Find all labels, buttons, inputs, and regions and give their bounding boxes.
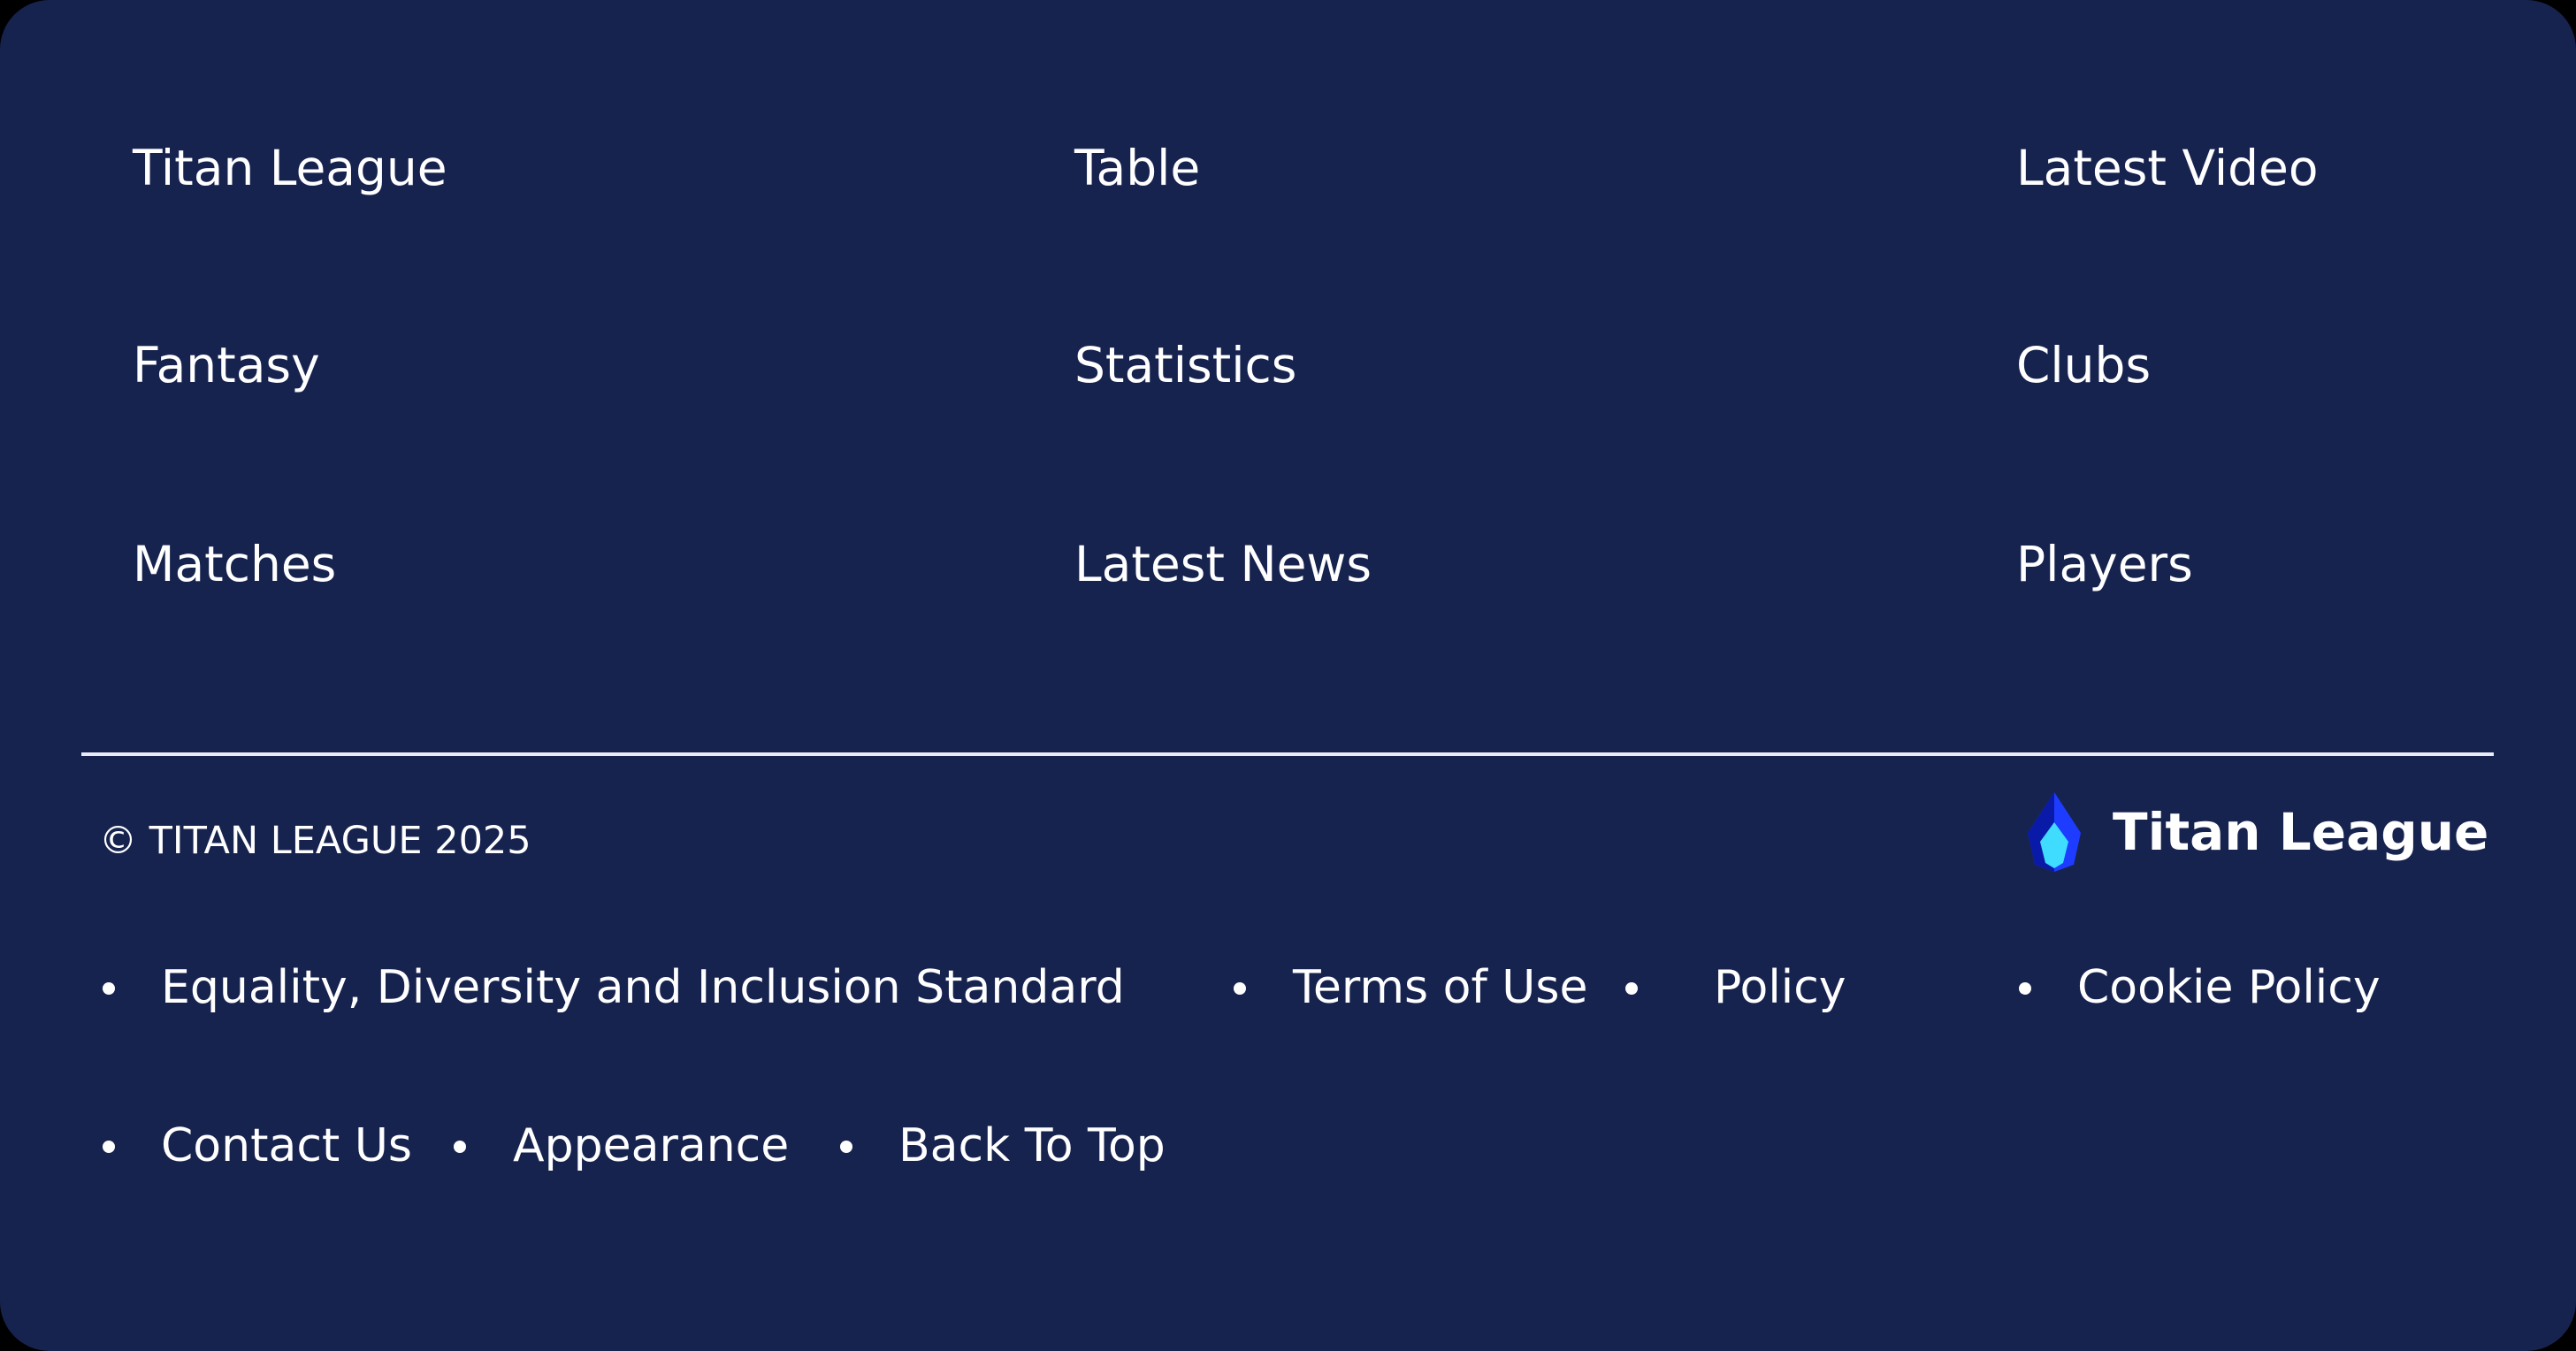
nav-link-latest-video[interactable]: Latest Video — [2016, 144, 2319, 193]
footer-divider — [81, 752, 2494, 756]
copyright-text: © TITAN LEAGUE 2025 — [99, 819, 531, 863]
legal-link-terms-of-use[interactable]: Terms of Use — [1293, 965, 1587, 1011]
nav-link-matches[interactable]: Matches — [133, 540, 336, 589]
legal-link-edi-standard[interactable]: Equality, Diversity and Inclusion Standa… — [161, 965, 1125, 1011]
nav-link-statistics[interactable]: Statistics — [1074, 341, 1296, 390]
brand-name: Titan League — [2113, 802, 2489, 862]
nav-link-table[interactable]: Table — [1074, 144, 1200, 193]
bullet-dot — [1234, 982, 1246, 995]
legal-link-contact-us[interactable]: Contact Us — [161, 1123, 412, 1169]
legal-link-policy[interactable]: Policy — [1714, 965, 1846, 1011]
legal-link-appearance[interactable]: Appearance — [513, 1123, 789, 1169]
bullet-dot — [103, 982, 115, 995]
bullet-dot — [1625, 982, 1638, 995]
site-footer: Titan League Fantasy Matches Table Stati… — [0, 0, 2576, 1351]
nav-link-latest-news[interactable]: Latest News — [1074, 540, 1372, 589]
nav-link-titan-league[interactable]: Titan League — [133, 144, 447, 193]
bullet-dot — [103, 1141, 115, 1153]
brand-logo-link[interactable]: Titan League — [2022, 792, 2488, 872]
bullet-dot — [840, 1141, 852, 1153]
nav-link-players[interactable]: Players — [2016, 540, 2193, 589]
flame-crystal-logo-icon — [2028, 792, 2081, 872]
bullet-dot — [2019, 982, 2031, 995]
legal-link-cookie-policy[interactable]: Cookie Policy — [2077, 965, 2381, 1011]
bullet-dot — [454, 1141, 466, 1153]
nav-link-clubs[interactable]: Clubs — [2016, 341, 2151, 390]
legal-link-back-to-top[interactable]: Back To Top — [898, 1123, 1166, 1169]
nav-link-fantasy[interactable]: Fantasy — [133, 341, 320, 390]
